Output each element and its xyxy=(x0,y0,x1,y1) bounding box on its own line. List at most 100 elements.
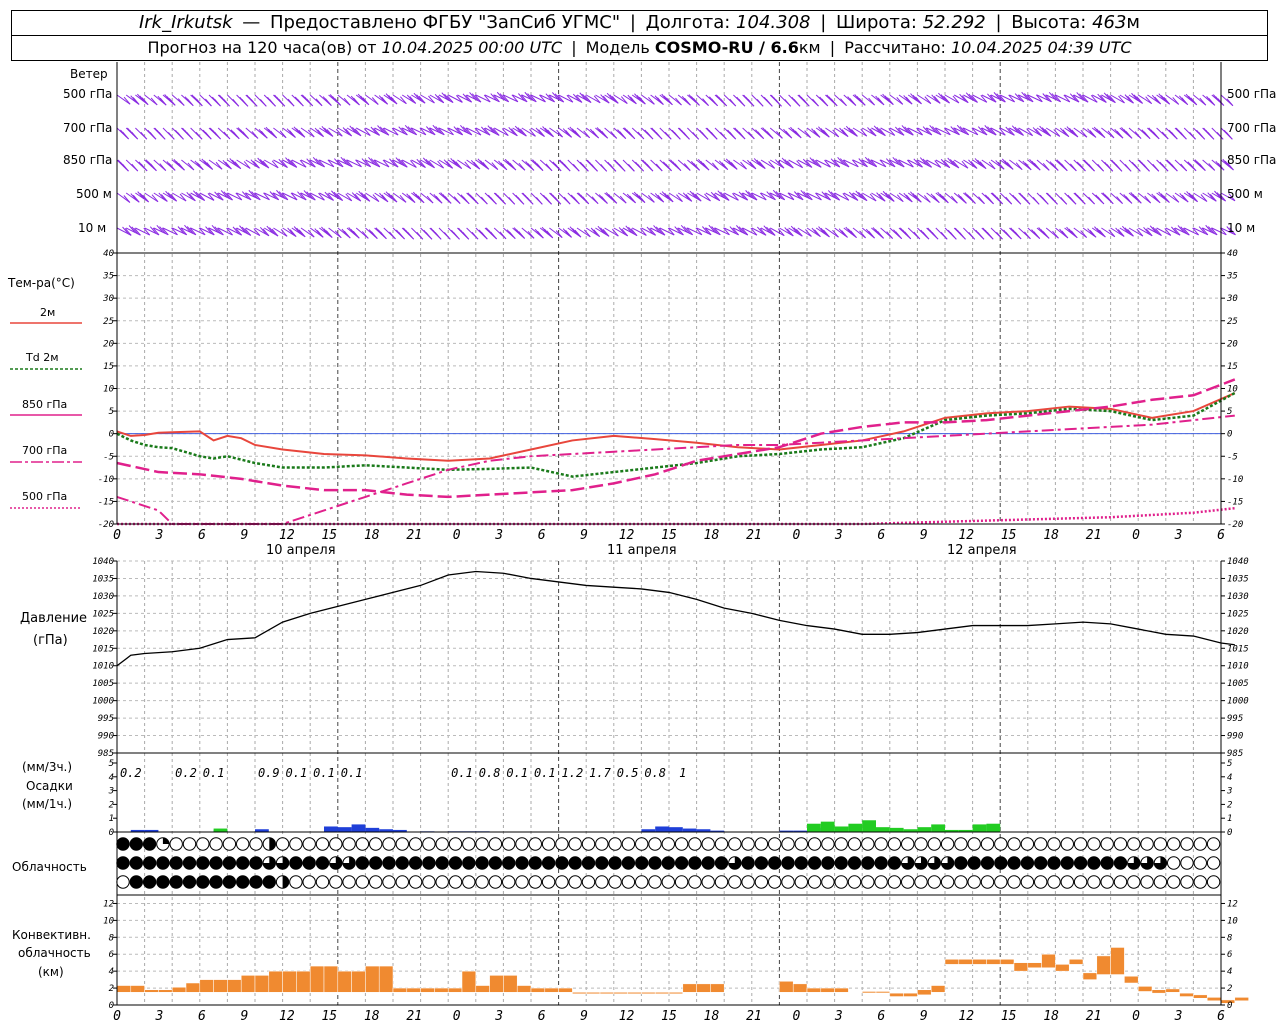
legend-500: 500 гПа xyxy=(22,490,67,503)
cloud-fill-full xyxy=(143,856,156,870)
convective-bar xyxy=(144,989,159,993)
wind-barb-feather xyxy=(957,194,965,202)
convective-bar xyxy=(599,992,615,995)
wind-barb-feather xyxy=(747,131,755,140)
precip-ytick-right: 4 xyxy=(1227,773,1232,783)
cloud-circle xyxy=(768,837,782,851)
wind-barb-feather xyxy=(154,127,162,136)
cloud-circle xyxy=(701,875,715,889)
wind-barb-feather xyxy=(205,98,212,107)
snow-bar xyxy=(820,821,835,832)
temp-ytick-right: -20 xyxy=(1227,520,1243,530)
cloud-circle xyxy=(741,837,755,851)
cloud-circle xyxy=(488,875,503,889)
legend-2m: 2м xyxy=(40,306,55,319)
cloud-fill-full xyxy=(369,856,382,870)
cloud-fill-full xyxy=(848,856,861,870)
cloud-circle xyxy=(1193,875,1208,889)
cloud-fill-full xyxy=(981,856,994,870)
precip-total-label: 0.1 xyxy=(203,766,225,780)
cloud-circle xyxy=(581,875,596,889)
cloud-circle xyxy=(1007,837,1021,851)
wind-barb-feather xyxy=(635,161,642,170)
wind-barb-feather xyxy=(485,227,493,236)
cloud-circle xyxy=(648,875,662,889)
wind-barb-feather xyxy=(951,195,958,204)
wind-barb-feather xyxy=(453,196,461,204)
x-tick-label: 6 xyxy=(198,528,206,543)
convective-bar xyxy=(420,987,435,993)
cloud-fill-full xyxy=(223,856,236,870)
wind-barb-feather xyxy=(671,129,679,138)
wind-barb-feather xyxy=(1003,229,1010,238)
wind-level-2: 700 гПа xyxy=(63,121,112,135)
wind-barb-feather xyxy=(783,128,790,137)
cloud-circle xyxy=(342,875,356,889)
wind-level-1-right: 500 гПа xyxy=(1227,87,1276,101)
cloud-circle xyxy=(834,875,848,889)
wind-barb-feather xyxy=(1032,196,1040,205)
wind-barb-feather xyxy=(550,192,557,201)
conv-ytick-left: 10 xyxy=(103,916,114,926)
wind-barb-feather xyxy=(697,158,705,167)
wind-barb-feather xyxy=(232,98,240,107)
wind-barb-feather xyxy=(1031,229,1038,237)
wind-barb-feather xyxy=(1168,129,1176,138)
wind-barb-feather xyxy=(964,192,972,200)
cloud-fill-full xyxy=(582,856,595,870)
conv-ytick-right: 8 xyxy=(1227,933,1232,943)
cloud-circle xyxy=(502,837,516,851)
x-tick-label: 21 xyxy=(746,1009,762,1024)
cloud-fill-full xyxy=(170,875,183,889)
cloud-fill-full xyxy=(994,856,1007,870)
precip-ytick-left: 0 xyxy=(109,828,114,838)
wind-barb-feather xyxy=(579,92,587,101)
wind-barb-feather xyxy=(1019,192,1027,201)
cloud-fill-full xyxy=(475,856,489,870)
cloud-fill-full xyxy=(489,856,502,870)
cloud-circle xyxy=(927,875,941,889)
cloud-circle xyxy=(249,837,263,851)
wind-barb-feather xyxy=(1074,192,1082,201)
cloud-circle xyxy=(821,875,835,889)
wind-barb-feather xyxy=(1116,130,1124,139)
precip-ytick-right: 1 xyxy=(1227,814,1232,824)
cloud-fill-full xyxy=(183,856,196,870)
wind-barb-feather xyxy=(1056,159,1064,168)
temp-ytick-left: -5 xyxy=(103,452,114,462)
precip-ytick-right: 3 xyxy=(1226,787,1232,797)
wind-level-3-right: 850 гПа xyxy=(1227,153,1276,167)
cloud-circle xyxy=(781,837,795,851)
precip-total-label: 0.1 xyxy=(534,766,556,780)
wind-barb-feather xyxy=(812,98,819,107)
convective-bar xyxy=(130,985,145,993)
cloud-circle xyxy=(1034,837,1048,851)
temp-ytick-left: 40 xyxy=(103,249,114,259)
x-tick-label: 18 xyxy=(704,1009,720,1024)
wind-barb-feather xyxy=(865,228,873,237)
cloud-circle xyxy=(1127,837,1141,851)
wind-barb-feather xyxy=(791,96,799,105)
wind-barb-feather xyxy=(1206,96,1213,104)
wind-barb-feather xyxy=(1189,131,1196,140)
temp-ytick-left: 35 xyxy=(102,272,114,282)
cloud-circle xyxy=(329,875,343,889)
wind-barb-feather xyxy=(1010,227,1018,236)
wind-barb-feather xyxy=(1029,158,1036,167)
cloud-circle xyxy=(874,875,888,889)
wind-barb-feather xyxy=(467,192,475,201)
wind-barb-feather xyxy=(664,131,672,140)
convective-bar xyxy=(958,959,973,965)
wind-barb-feather xyxy=(619,195,627,204)
cloud-fill-full xyxy=(648,856,662,870)
snow-bar xyxy=(848,823,863,832)
x-tick-label: 15 xyxy=(1001,1009,1017,1024)
temp-ytick-right: 35 xyxy=(1226,272,1238,282)
cloud-fill-full xyxy=(156,875,170,889)
x-tick-label: 0 xyxy=(113,528,121,543)
cloud-circle xyxy=(821,837,835,851)
convective-bar xyxy=(806,987,822,993)
cloud-circle xyxy=(1020,875,1035,889)
wind-barb-feather xyxy=(627,163,635,172)
conv-ytick-right: 2 xyxy=(1227,984,1232,994)
